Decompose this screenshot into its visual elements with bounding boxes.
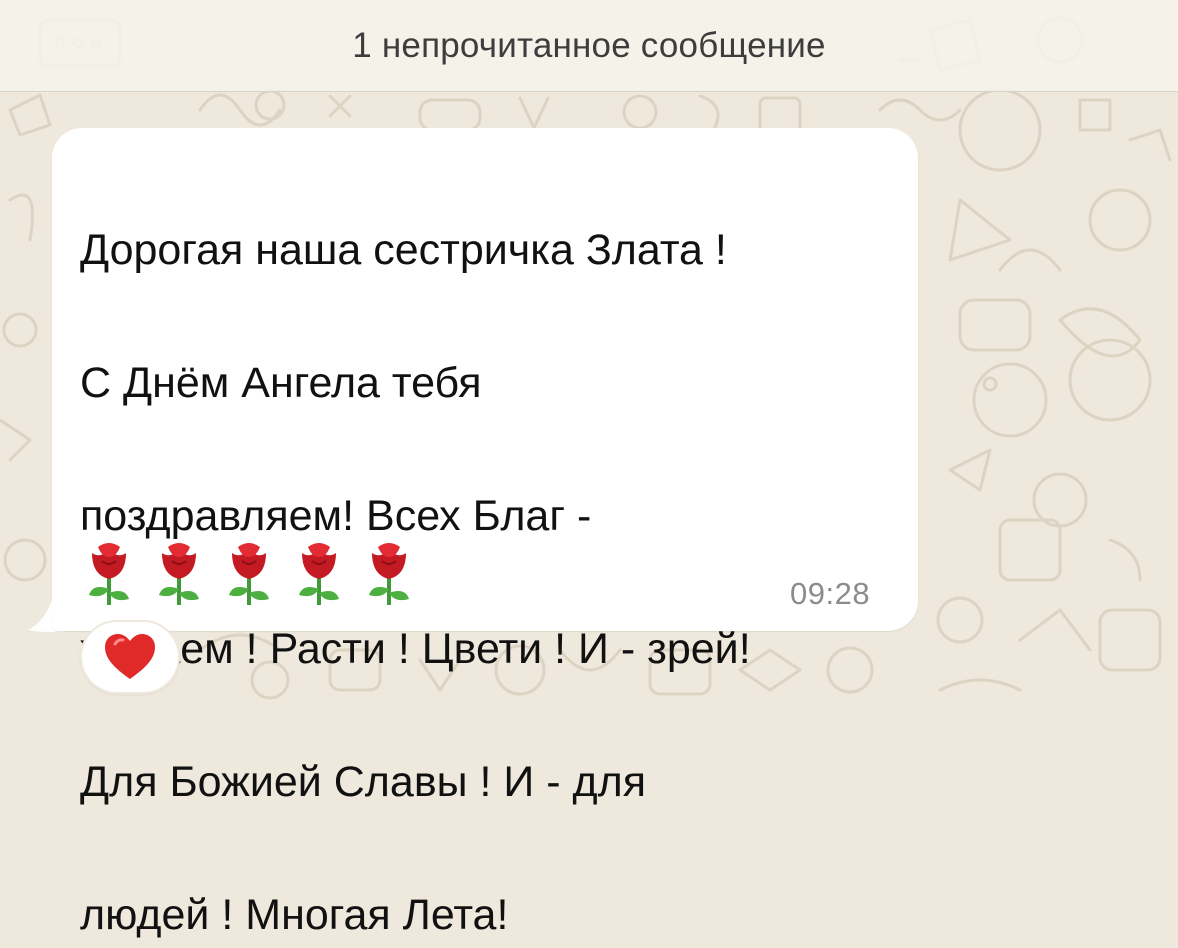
rose-icon — [154, 541, 204, 607]
unread-messages-banner: 1 непрочитанное сообщение — [0, 0, 1178, 92]
message-line: С Днём Ангела тебя — [80, 359, 482, 407]
message-line: Для Божией Славы ! И - для — [80, 758, 646, 806]
rose-icon — [224, 541, 274, 607]
reaction-badge[interactable] — [80, 620, 180, 694]
red-heart-icon — [103, 632, 157, 682]
rose-icon — [84, 541, 134, 607]
message-timestamp: 09:28 — [790, 576, 870, 612]
message-line: поздравляем! Всех Благ - — [80, 492, 591, 540]
rose-icon — [364, 541, 414, 607]
message-line: желаем ! Расти ! Цвети ! И - зрей! — [80, 625, 751, 673]
rose-emoji-row — [84, 541, 414, 607]
message-line: Дорогая наша сестричка Злата ! — [80, 226, 727, 274]
message-line: людей ! Многая Лета! — [80, 891, 508, 939]
rose-icon — [294, 541, 344, 607]
unread-messages-label: 1 непрочитанное сообщение — [352, 26, 825, 66]
